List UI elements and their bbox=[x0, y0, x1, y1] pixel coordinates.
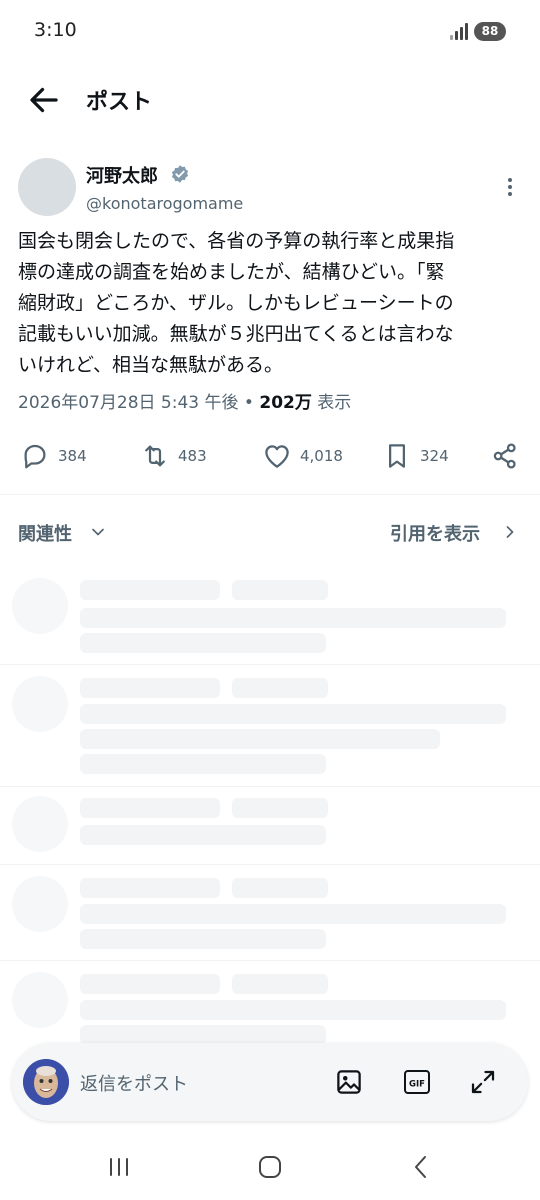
heart-icon bbox=[265, 445, 289, 468]
page-title: ポスト bbox=[86, 90, 153, 115]
skeleton-line bbox=[232, 580, 328, 600]
reply-skeleton bbox=[0, 972, 540, 1045]
skeleton-line bbox=[232, 878, 328, 898]
post-text-line: 縮財政」どころか、ザル。しかもレビューシートの bbox=[18, 292, 454, 314]
skeleton-line bbox=[232, 974, 328, 994]
back-chevron-icon[interactable] bbox=[406, 1152, 436, 1182]
skeleton-line bbox=[80, 678, 220, 698]
system-nav-bar bbox=[0, 1132, 540, 1200]
chevron-down-icon[interactable] bbox=[88, 522, 108, 542]
skeleton-line bbox=[80, 974, 220, 994]
skeleton-line bbox=[80, 798, 220, 818]
share-icon bbox=[493, 443, 516, 469]
skeleton-line bbox=[80, 580, 220, 600]
recents-icon[interactable] bbox=[104, 1152, 134, 1182]
skeleton-line bbox=[80, 729, 440, 749]
post-timestamp[interactable]: 2026年07月28日 5:43 午後 bbox=[18, 393, 239, 413]
avatar[interactable] bbox=[18, 158, 76, 216]
reply-skeleton bbox=[0, 578, 540, 664]
gif-icon[interactable]: GIF bbox=[402, 1067, 432, 1097]
skeleton-line bbox=[80, 929, 326, 949]
meta-separator: • bbox=[238, 393, 260, 413]
display-name[interactable]: 河野太郎 bbox=[86, 162, 158, 188]
post-meta: 2026年07月28日 5:43 午後 • 202万 表示 bbox=[18, 388, 351, 413]
skeleton-line bbox=[80, 608, 506, 628]
expand-icon[interactable] bbox=[468, 1067, 498, 1097]
skeleton-line bbox=[80, 633, 326, 653]
post-text-line: いけれど、相当な無駄がある。 bbox=[18, 354, 284, 376]
skeleton-line bbox=[232, 678, 328, 698]
repost-count: 483 bbox=[178, 447, 207, 465]
skeleton-line bbox=[80, 825, 326, 845]
bookmark-button[interactable]: 324 bbox=[382, 440, 449, 472]
post-author: 河野太郎 @konotarogomame bbox=[0, 150, 540, 220]
skeleton-line bbox=[80, 1025, 326, 1045]
skeleton-line bbox=[80, 878, 220, 898]
skeleton-avatar bbox=[12, 676, 68, 732]
more-vertical-icon[interactable] bbox=[500, 178, 520, 202]
status-bar: 3:10 88 bbox=[0, 0, 540, 62]
reply-icon bbox=[24, 444, 46, 469]
skeleton-line bbox=[80, 754, 326, 774]
like-count: 4,018 bbox=[300, 447, 343, 465]
views-label: 表示 bbox=[311, 393, 352, 413]
user-handle[interactable]: @konotarogomame bbox=[86, 194, 243, 213]
avatar[interactable] bbox=[23, 1059, 69, 1105]
battery-indicator: 88 bbox=[474, 22, 506, 41]
bookmark-icon bbox=[389, 444, 405, 468]
reply-composer[interactable]: 返信をポスト GIF bbox=[12, 1043, 528, 1121]
signal-icon bbox=[450, 22, 468, 40]
divider bbox=[0, 664, 540, 665]
divider bbox=[0, 864, 540, 865]
view-quotes-link[interactable]: 引用を表示 bbox=[390, 520, 480, 546]
reply-skeleton bbox=[0, 876, 540, 960]
reply-skeleton bbox=[0, 676, 540, 786]
skeleton-line bbox=[80, 904, 506, 924]
post-text-line: 標の達成の調査を始めましたが、結構ひどい。「緊 bbox=[18, 261, 445, 283]
like-button[interactable]: 4,018 bbox=[262, 440, 343, 472]
skeleton-line bbox=[80, 704, 506, 724]
reply-count: 384 bbox=[58, 447, 87, 465]
chevron-right-icon[interactable] bbox=[500, 522, 520, 542]
reply-input[interactable]: 返信をポスト bbox=[80, 1070, 188, 1096]
skeleton-avatar bbox=[12, 796, 68, 852]
top-app-bar: ポスト bbox=[0, 62, 540, 136]
verified-badge-icon[interactable] bbox=[170, 164, 190, 184]
skeleton-avatar bbox=[12, 972, 68, 1028]
replies-header: 関連性 引用を表示 bbox=[0, 510, 540, 554]
post-actions: 384 483 4,018 324 bbox=[0, 436, 540, 476]
skeleton-line bbox=[80, 1000, 506, 1020]
post-text-line: 国会も閉会したので、各省の予算の執行率と成果指 bbox=[18, 230, 455, 252]
sort-dropdown[interactable]: 関連性 bbox=[18, 520, 72, 546]
divider bbox=[0, 494, 540, 495]
home-icon[interactable] bbox=[255, 1152, 285, 1182]
bookmark-count: 324 bbox=[420, 447, 449, 465]
reply-skeleton bbox=[0, 796, 540, 864]
divider bbox=[0, 960, 540, 961]
skeleton-line bbox=[232, 798, 328, 818]
skeleton-avatar bbox=[12, 578, 68, 634]
skeleton-avatar bbox=[12, 876, 68, 932]
reply-button[interactable]: 384 bbox=[20, 440, 87, 472]
post-text-line: 記載もいい加減。無駄が５兆円出てくるとは言わな bbox=[18, 323, 454, 345]
gif-label: GIF bbox=[409, 1080, 425, 1090]
repost-button[interactable]: 483 bbox=[140, 440, 207, 472]
image-icon[interactable] bbox=[334, 1067, 364, 1097]
arrow-left-icon[interactable] bbox=[26, 82, 62, 118]
divider bbox=[0, 786, 540, 787]
post-body: 国会も閉会したので、各省の予算の執行率と成果指 標の達成の調査を始めましたが、結… bbox=[18, 226, 528, 381]
share-button[interactable] bbox=[490, 440, 520, 472]
repost-icon bbox=[145, 445, 165, 467]
views-count[interactable]: 202万 bbox=[259, 393, 312, 413]
status-time: 3:10 bbox=[34, 19, 77, 41]
